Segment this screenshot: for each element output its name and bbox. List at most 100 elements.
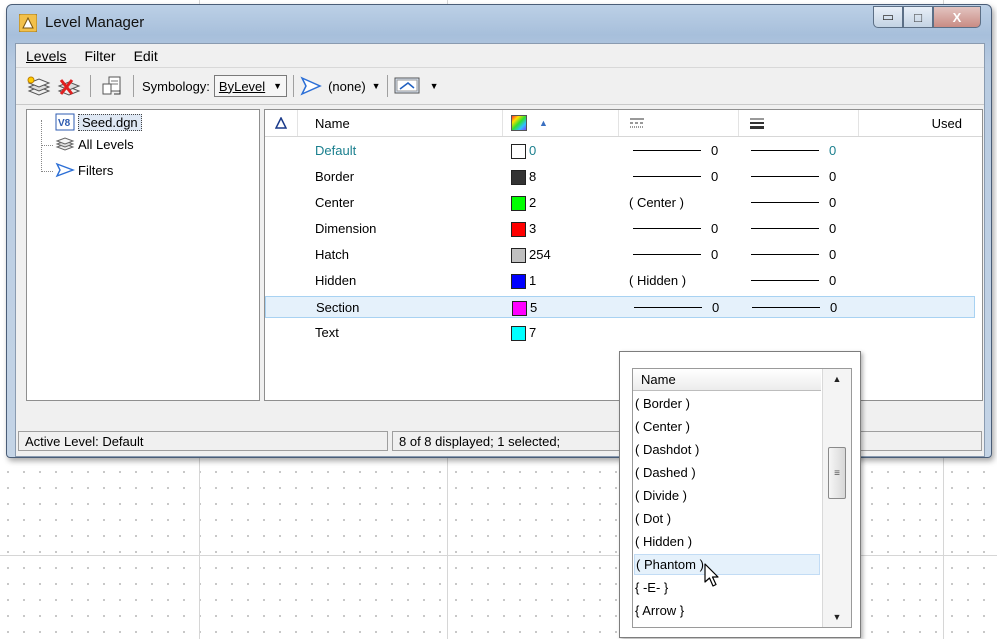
scroll-down-button[interactable]: ▼ bbox=[823, 607, 851, 627]
name-column-header[interactable]: Name bbox=[297, 110, 503, 136]
style-column-header[interactable] bbox=[619, 110, 739, 136]
list-column-header[interactable]: Name bbox=[633, 369, 821, 391]
line-style-value[interactable]: 0 bbox=[711, 221, 718, 236]
line-weight-value[interactable]: 0 bbox=[829, 195, 836, 210]
list-item[interactable]: { Arrow } bbox=[634, 600, 820, 621]
line-style-list[interactable]: Name ( Border )( Center )( Dashdot )( Da… bbox=[632, 368, 852, 628]
line-weight-value[interactable]: 0 bbox=[829, 221, 836, 236]
table-row[interactable]: Center 2 ( Center ) 0 bbox=[265, 192, 975, 214]
table-row[interactable]: Hidden 1 ( Hidden ) 0 bbox=[265, 270, 975, 292]
symbology-value: ByLevel bbox=[218, 78, 266, 94]
title-bar[interactable]: Level Manager ▭ □ X bbox=[7, 5, 991, 41]
active-column-header[interactable] bbox=[265, 110, 298, 136]
line-style-value[interactable]: ( Hidden ) bbox=[629, 273, 686, 288]
line-weight-value[interactable]: 0 bbox=[829, 247, 836, 262]
toolbar-separator bbox=[90, 75, 91, 97]
color-number: 8 bbox=[529, 169, 537, 184]
line-weight-value[interactable]: 0 bbox=[830, 300, 837, 315]
import-icon bbox=[102, 76, 121, 95]
color-number: 1 bbox=[529, 273, 537, 288]
delete-level-button[interactable] bbox=[54, 73, 84, 99]
filter-button[interactable]: (none) ▼ bbox=[300, 73, 381, 99]
maximize-button[interactable]: □ bbox=[903, 6, 933, 28]
chevron-down-icon: ▼ bbox=[371, 81, 381, 91]
menu-levels[interactable]: Levels bbox=[26, 48, 66, 64]
menu-filter[interactable]: Filter bbox=[84, 48, 115, 64]
table-row[interactable]: Default 0 0 0 bbox=[265, 140, 975, 162]
level-name: Dimension bbox=[315, 221, 377, 236]
line-weight-sample bbox=[751, 280, 819, 281]
list-item[interactable]: ( Dashed ) bbox=[634, 462, 820, 483]
color-swatch[interactable] bbox=[511, 196, 526, 211]
list-item[interactable]: ( Center ) bbox=[634, 416, 820, 437]
list-item[interactable]: ( Dashdot ) bbox=[634, 439, 820, 460]
weight-column-header[interactable] bbox=[739, 110, 859, 136]
table-row[interactable]: Dimension 3 0 0 bbox=[265, 218, 975, 240]
toolbar: Symbology: ByLevel ▼ (none) ▼ ▼ bbox=[16, 68, 984, 105]
line-weight-value[interactable]: 0 bbox=[829, 143, 836, 158]
color-swatch[interactable] bbox=[512, 301, 527, 316]
minimize-button[interactable]: ▭ bbox=[873, 6, 903, 28]
import-levels-button[interactable] bbox=[97, 73, 127, 99]
menu-edit[interactable]: Edit bbox=[134, 48, 158, 64]
table-row[interactable]: Border 8 0 0 bbox=[265, 166, 975, 188]
list-item[interactable]: ( Border ) bbox=[634, 393, 820, 414]
line-weight-sample bbox=[751, 254, 819, 255]
active-level-status: Active Level: Default bbox=[18, 431, 388, 451]
level-display-button[interactable]: ▼ bbox=[394, 73, 439, 99]
close-button[interactable]: X bbox=[933, 6, 981, 28]
level-name: Text bbox=[315, 325, 339, 340]
table-row[interactable]: Section 5 0 0 bbox=[265, 296, 975, 318]
table-row[interactable]: Text 7 bbox=[265, 322, 975, 344]
display-count-text: 8 of 8 displayed; 1 selected; bbox=[399, 433, 561, 449]
list-item[interactable]: { -E- } bbox=[634, 577, 820, 598]
filter-icon bbox=[55, 162, 75, 178]
color-swatch[interactable] bbox=[511, 274, 526, 289]
line-style-dropdown: Name ( Border )( Center )( Dashdot )( Da… bbox=[619, 351, 861, 638]
line-style-value[interactable]: 0 bbox=[711, 169, 718, 184]
new-level-button[interactable] bbox=[24, 73, 54, 99]
color-swatch[interactable] bbox=[511, 144, 526, 159]
line-style-value[interactable]: 0 bbox=[712, 300, 719, 315]
window-title: Level Manager bbox=[45, 14, 145, 31]
symbology-select[interactable]: ByLevel ▼ bbox=[213, 75, 288, 97]
table-row[interactable]: Hatch 254 0 0 bbox=[265, 244, 975, 266]
active-level-text: Active Level: Default bbox=[25, 433, 144, 449]
tree-item-all-levels[interactable]: All Levels bbox=[55, 136, 134, 152]
level-name: Hatch bbox=[315, 247, 349, 262]
chevron-up-icon: ▲ bbox=[832, 374, 842, 384]
list-item[interactable]: ( Divide ) bbox=[634, 485, 820, 506]
used-column-header[interactable]: Used bbox=[859, 110, 982, 136]
line-style-value[interactable]: ( Center ) bbox=[629, 195, 684, 210]
chevron-down-icon: ▼ bbox=[273, 81, 283, 91]
line-weight-value[interactable]: 0 bbox=[829, 273, 836, 288]
list-item[interactable]: ( Hidden ) bbox=[634, 531, 820, 552]
line-weight-icon bbox=[750, 118, 764, 129]
maximize-icon: □ bbox=[914, 9, 922, 25]
level-name: Center bbox=[315, 195, 355, 210]
list-item[interactable]: ( Phantom ) bbox=[634, 554, 820, 575]
color-number: 3 bbox=[529, 221, 537, 236]
level-name: Border bbox=[315, 169, 355, 184]
color-swatch[interactable] bbox=[511, 248, 526, 263]
tree-item-filters[interactable]: Filters bbox=[55, 162, 113, 178]
tree-item-label: Filters bbox=[78, 162, 114, 178]
grip-icon: ≡ bbox=[834, 467, 840, 479]
level-tree[interactable]: V8 Seed.dgn All Levels Filters bbox=[26, 109, 260, 401]
color-swatch[interactable] bbox=[511, 222, 526, 237]
list-item[interactable]: ( Dot ) bbox=[634, 508, 820, 529]
close-icon: X bbox=[952, 9, 962, 25]
tree-item-seed[interactable]: V8 Seed.dgn bbox=[55, 113, 142, 131]
line-weight-sample bbox=[751, 150, 819, 151]
scroll-up-button[interactable]: ▲ bbox=[823, 369, 851, 389]
color-swatch[interactable] bbox=[511, 170, 526, 185]
toolbar-separator bbox=[133, 75, 134, 97]
scroll-thumb[interactable]: ≡ bbox=[828, 447, 846, 499]
line-style-value[interactable]: 0 bbox=[711, 143, 718, 158]
new-level-icon bbox=[27, 76, 51, 96]
line-style-value[interactable]: 0 bbox=[711, 247, 718, 262]
color-swatch[interactable] bbox=[511, 326, 526, 341]
color-column-header[interactable]: ▲ bbox=[503, 110, 619, 136]
line-weight-value[interactable]: 0 bbox=[829, 169, 836, 184]
vertical-scrollbar[interactable]: ▲ ≡ ▼ bbox=[822, 369, 851, 627]
